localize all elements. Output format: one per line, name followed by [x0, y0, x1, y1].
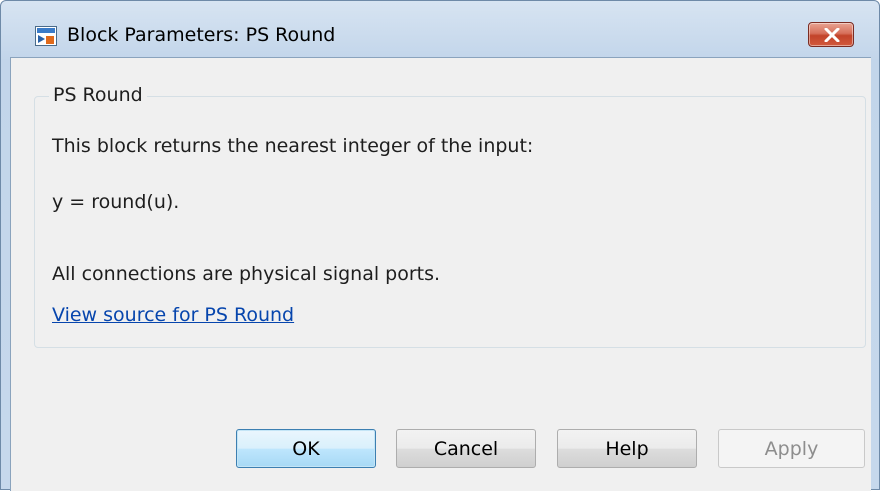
ok-button[interactable]: OK [236, 429, 376, 468]
help-button[interactable]: Help [557, 429, 697, 468]
dialog-content: PS Round This block returns the nearest … [10, 57, 871, 491]
view-source-link[interactable]: View source for PS Round [52, 304, 294, 326]
group-title: PS Round [49, 84, 147, 106]
dialog-window: Block Parameters: PS Round PS Round This… [0, 0, 880, 491]
window-title: Block Parameters: PS Round [67, 24, 336, 46]
close-button[interactable] [808, 22, 854, 47]
title-bar[interactable]: Block Parameters: PS Round [1, 1, 879, 56]
cancel-button[interactable]: Cancel [396, 429, 536, 468]
close-icon [824, 28, 840, 42]
block-description: This block returns the nearest integer o… [52, 135, 534, 157]
simulink-app-icon [35, 26, 57, 46]
apply-button[interactable]: Apply [718, 429, 865, 468]
connections-note: All connections are physical signal port… [52, 263, 441, 285]
block-equation: y = round(u). [52, 191, 180, 213]
